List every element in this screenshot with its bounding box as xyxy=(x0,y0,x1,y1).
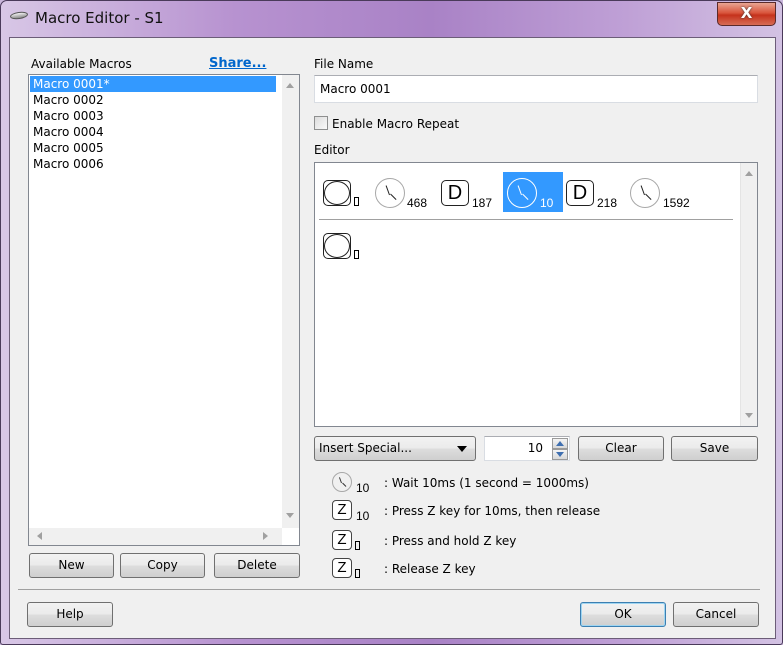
wait-token-selected[interactable]: 10 xyxy=(503,172,563,212)
keycap-icon: Z xyxy=(332,558,352,578)
down-state-icon xyxy=(355,541,360,550)
macro-list-item[interactable]: Macro 0004 xyxy=(30,124,276,140)
editor-label: Editor xyxy=(314,143,350,157)
macro-editor-window: Macro Editor - S1 X Available Macros Sha… xyxy=(0,0,783,645)
macro-editor-area[interactable]: 468 D 187 10 D 218 1592 xyxy=(314,162,758,427)
file-name-input[interactable]: Macro 0001 xyxy=(314,75,758,103)
key-duration: 187 xyxy=(472,196,493,210)
clock-icon xyxy=(630,178,660,208)
macro-list[interactable]: Macro 0001* Macro 0002 Macro 0003 Macro 000… xyxy=(28,74,300,546)
wait-token[interactable]: 1592 xyxy=(630,172,700,212)
help-button[interactable]: Help xyxy=(27,602,113,627)
clock-icon xyxy=(375,178,405,208)
spin-up-icon xyxy=(556,441,564,446)
legend-sub: 10 xyxy=(356,481,370,495)
wait-token[interactable]: 468 xyxy=(375,172,439,212)
legend-text: : Release Z key xyxy=(384,562,476,576)
spin-down-icon xyxy=(556,452,564,457)
duration-spinbox[interactable]: 10 xyxy=(484,436,570,461)
spin-up-button[interactable] xyxy=(552,438,568,449)
clock-icon xyxy=(332,472,352,492)
close-button[interactable]: X xyxy=(717,2,776,26)
window-title: Macro Editor - S1 xyxy=(35,9,164,27)
scroll-up-arrow-icon[interactable] xyxy=(745,171,753,176)
mouse-button-icon xyxy=(323,180,351,206)
key-press-token[interactable]: D 187 xyxy=(441,172,501,212)
scroll-right-arrow-icon[interactable] xyxy=(263,532,268,540)
ok-button[interactable]: OK xyxy=(580,602,666,627)
down-state-icon xyxy=(354,250,359,259)
scroll-up-arrow-icon[interactable] xyxy=(286,83,294,88)
row-divider xyxy=(319,219,733,220)
keycap-icon: Z xyxy=(332,500,352,520)
keycap-icon: D xyxy=(566,180,594,206)
enable-macro-repeat-checkbox[interactable] xyxy=(314,116,328,130)
dialog-client-area: Available Macros Share... Macro 0001* Mac… xyxy=(9,37,776,639)
keycap-icon: D xyxy=(441,180,469,206)
legend-text: : Press Z key for 10ms, then release xyxy=(384,504,601,518)
editor-vertical-scrollbar[interactable] xyxy=(740,163,757,426)
wait-duration: 10 xyxy=(540,196,554,210)
copy-macro-button[interactable]: Copy xyxy=(120,553,205,578)
delete-macro-button[interactable]: Delete xyxy=(214,553,300,578)
share-link[interactable]: Share... xyxy=(209,56,266,71)
keycap-icon: Z xyxy=(332,530,352,550)
insert-special-value: Insert Special... xyxy=(319,441,412,455)
enable-macro-repeat-label: Enable Macro Repeat xyxy=(332,117,460,131)
up-state-icon xyxy=(355,569,360,578)
save-button[interactable]: Save xyxy=(671,436,758,461)
mouse-button-icon xyxy=(323,233,351,259)
scroll-down-arrow-icon[interactable] xyxy=(745,413,753,418)
key-press-token[interactable]: D 218 xyxy=(566,172,626,212)
title-bar[interactable]: Macro Editor - S1 X xyxy=(1,1,782,37)
mouse-button-token[interactable] xyxy=(321,172,365,212)
scroll-left-arrow-icon[interactable] xyxy=(37,532,42,540)
macro-list-vertical-scrollbar[interactable] xyxy=(282,75,299,528)
duration-value: 10 xyxy=(527,441,543,455)
scroll-down-arrow-icon[interactable] xyxy=(286,513,294,518)
clear-button[interactable]: Clear xyxy=(578,436,664,461)
dropdown-caret-icon xyxy=(457,446,467,452)
macro-list-item[interactable]: Macro 0006 xyxy=(30,156,276,172)
insert-special-dropdown[interactable]: Insert Special... xyxy=(314,436,476,461)
wait-duration: 468 xyxy=(407,196,428,210)
close-icon: X xyxy=(740,4,753,22)
spin-down-button[interactable] xyxy=(552,449,568,460)
key-duration: 218 xyxy=(597,196,618,210)
macro-list-item[interactable]: Macro 0003 xyxy=(30,108,276,124)
legend-text: : Press and hold Z key xyxy=(384,534,517,548)
mouse-button-token[interactable] xyxy=(321,225,365,265)
file-name-label: File Name xyxy=(314,57,374,71)
legend-sub: 10 xyxy=(356,509,370,523)
cancel-button[interactable]: Cancel xyxy=(673,602,759,627)
available-macros-label: Available Macros xyxy=(31,57,132,71)
down-state-icon xyxy=(354,197,359,206)
legend-text: : Wait 10ms (1 second = 1000ms) xyxy=(384,476,589,490)
mouse-app-icon xyxy=(9,10,29,21)
wait-duration: 1592 xyxy=(663,196,690,210)
footer-divider xyxy=(18,589,760,590)
macro-list-item[interactable]: Macro 0002 xyxy=(30,92,276,108)
macro-list-item[interactable]: Macro 0005 xyxy=(30,140,276,156)
macro-list-horizontal-scrollbar[interactable] xyxy=(29,528,282,545)
macro-list-items: Macro 0001* Macro 0002 Macro 0003 Macro 000… xyxy=(29,76,299,172)
clock-icon xyxy=(507,178,537,208)
new-macro-button[interactable]: New xyxy=(29,553,114,578)
macro-list-item[interactable]: Macro 0001* xyxy=(30,76,276,92)
